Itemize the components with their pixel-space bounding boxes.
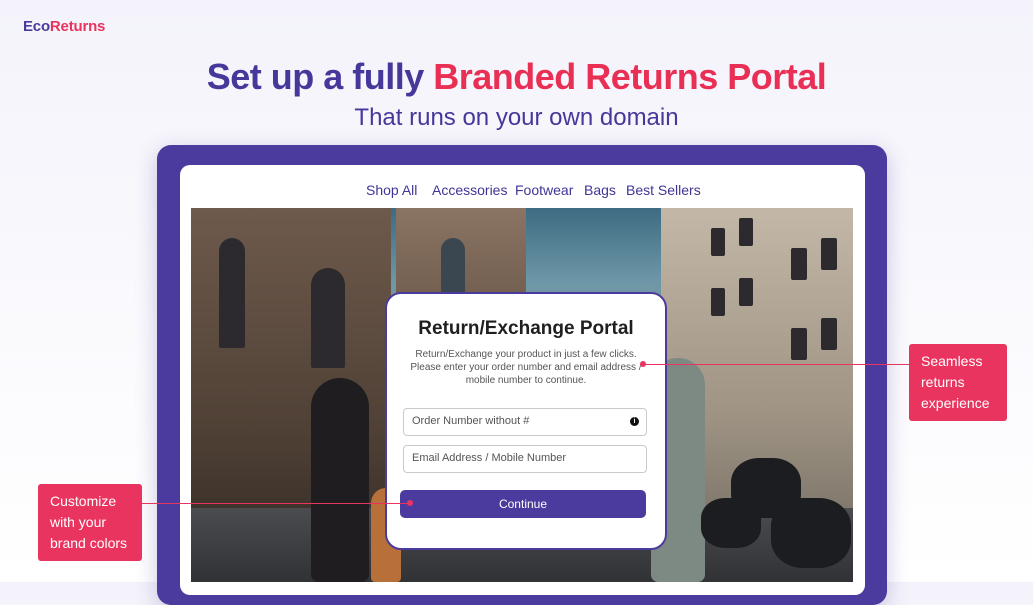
headline-part2: Branded Returns Portal: [433, 56, 827, 97]
callout-line: with your: [50, 514, 107, 530]
window: [739, 218, 753, 246]
brand-name-part1: Eco: [23, 18, 50, 35]
portal-title: Return/Exchange Portal: [418, 318, 634, 339]
nav-item-shop-all[interactable]: Shop All: [366, 182, 417, 198]
scooter: [771, 498, 851, 568]
callout-seamless-returns: Seamless returns experience: [909, 344, 1007, 421]
arched-window: [311, 268, 345, 368]
nav-item-footwear[interactable]: Footwear: [515, 182, 573, 198]
portal-description: Return/Exchange your product in just a f…: [410, 349, 642, 386]
window: [821, 238, 837, 270]
continue-button[interactable]: Continue: [400, 490, 646, 518]
person-leather-jacket: [311, 378, 369, 582]
email-mobile-field: [403, 445, 647, 473]
callout-connector-left: [141, 503, 410, 504]
callout-line: Customize: [50, 493, 117, 509]
callout-line: experience: [921, 395, 990, 411]
scooter: [701, 498, 761, 548]
email-mobile-input[interactable]: [404, 446, 622, 470]
order-number-field: i: [403, 408, 647, 436]
callout-line: brand colors: [50, 535, 128, 551]
subheadline: That runs on your own domain: [354, 104, 679, 131]
window: [739, 278, 753, 306]
info-icon[interactable]: i: [630, 417, 639, 426]
window: [791, 248, 807, 280]
brand-name-part2: Returns: [49, 18, 106, 35]
window: [791, 328, 807, 360]
callout-line: returns: [921, 374, 965, 390]
brand-logo: EcoReturns: [23, 18, 105, 35]
window: [821, 318, 837, 350]
store-nav: Shop All Accessories Footwear Bags Best …: [360, 182, 710, 202]
callout-dot-right: [640, 361, 646, 367]
window: [711, 228, 725, 256]
nav-item-bags[interactable]: Bags: [584, 182, 616, 198]
callout-line: Seamless: [921, 353, 983, 369]
callout-connector-right: [643, 364, 909, 365]
arched-window: [219, 238, 245, 348]
window: [711, 288, 725, 316]
headline: Set up a fully Branded Returns Portal: [0, 56, 1033, 98]
headline-part1: Set up a fully: [206, 56, 434, 97]
nav-item-best-sellers[interactable]: Best Sellers: [626, 182, 701, 198]
arched-window: [441, 238, 465, 296]
order-number-input[interactable]: [404, 409, 622, 433]
callout-customize-colors: Customize with your brand colors: [38, 484, 142, 561]
callout-dot-left: [407, 500, 413, 506]
return-portal-card: Return/Exchange Portal Return/Exchange y…: [385, 292, 667, 550]
nav-item-accessories[interactable]: Accessories: [432, 182, 507, 198]
